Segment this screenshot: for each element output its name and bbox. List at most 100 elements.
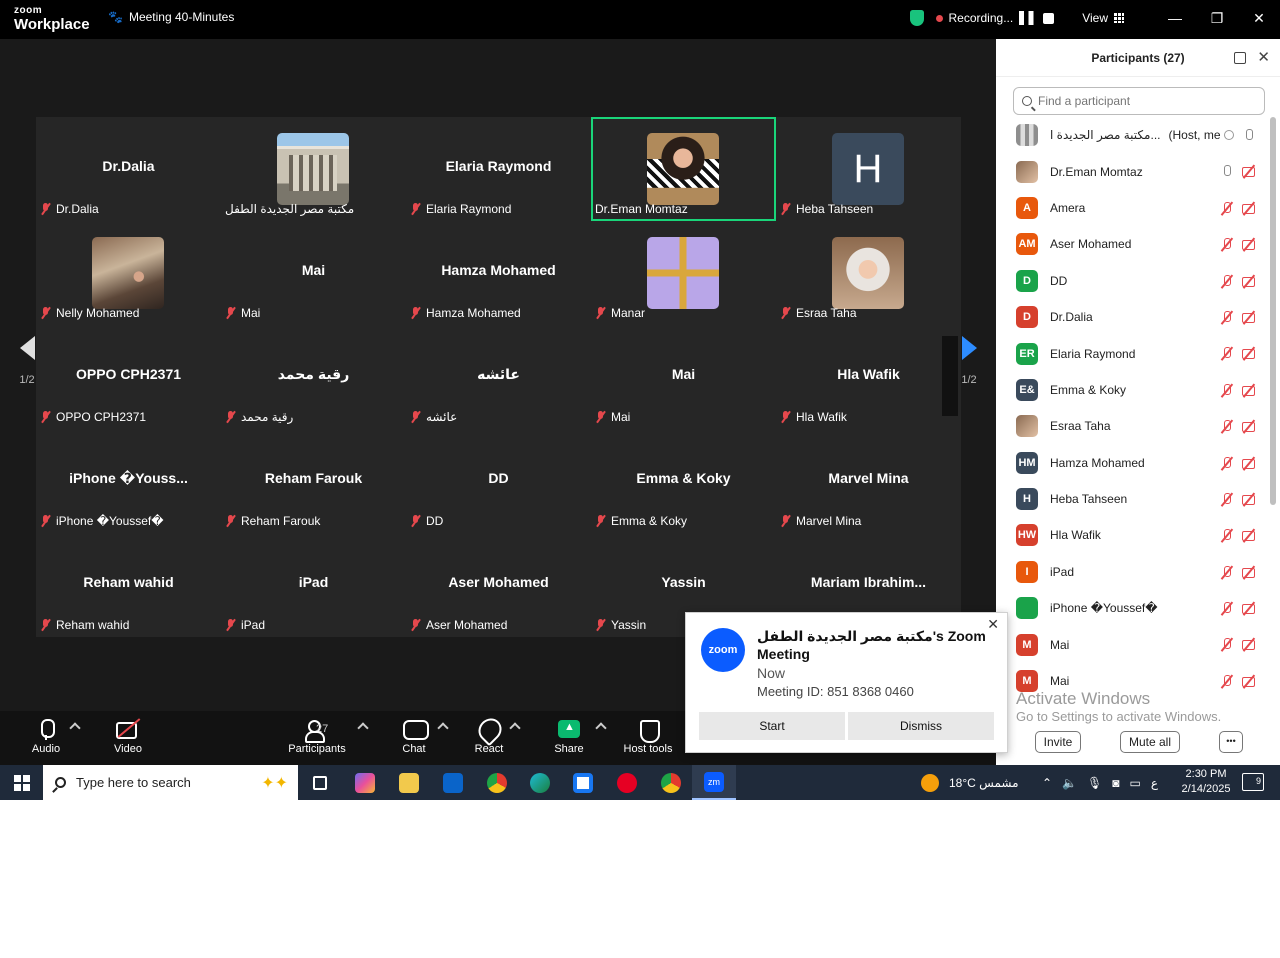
start-button[interactable]: Start (699, 712, 845, 740)
participant-row[interactable]: D Dr.Dalia (996, 299, 1266, 335)
video-tile[interactable]: Marvel Mina Marvel Mina (776, 429, 961, 533)
video-off-icon[interactable] (1242, 528, 1256, 542)
participant-row[interactable]: E& Emma & Koky (996, 372, 1266, 408)
participant-row[interactable]: AM Aser Mohamed (996, 226, 1266, 262)
react-options-caret-icon[interactable] (509, 722, 521, 734)
camera-tray-icon[interactable]: ◙ (1112, 776, 1119, 790)
copilot-app-icon[interactable] (343, 765, 387, 800)
encryption-shield-icon[interactable] (909, 10, 924, 26)
participant-row[interactable]: HW Hla Wafik (996, 517, 1266, 553)
next-page-button[interactable]: 1/2 (958, 336, 980, 386)
video-off-icon[interactable] (1242, 565, 1256, 579)
chat-button[interactable]: Chat (398, 717, 430, 755)
outlook-icon[interactable] (431, 765, 475, 800)
video-tile[interactable]: Dr.Dalia Dr.Dalia (36, 117, 221, 221)
mic-muted-icon[interactable] (1220, 310, 1234, 324)
file-explorer-icon[interactable] (387, 765, 431, 800)
edge-icon[interactable] (518, 765, 562, 800)
minimize-button[interactable]: — (1154, 10, 1196, 26)
participant-row[interactable]: D DD (996, 263, 1266, 299)
video-tile[interactable]: Manar (591, 221, 776, 325)
participants-options-caret-icon[interactable] (357, 722, 369, 734)
pinterest-icon[interactable] (605, 765, 649, 800)
mic-muted-icon[interactable] (1220, 274, 1234, 288)
grid-view-icon[interactable] (1114, 13, 1124, 23)
video-tile[interactable]: Mai Mai (221, 221, 406, 325)
weather-widget[interactable]: 18°C مشمس (921, 765, 1019, 800)
participant-list-scrollbar[interactable] (1270, 117, 1276, 505)
participant-row[interactable]: Esraa Taha (996, 408, 1266, 444)
mic-muted-icon[interactable] (1220, 674, 1234, 688)
mic-on-icon[interactable] (1242, 128, 1256, 142)
mic-muted-icon[interactable] (1220, 601, 1234, 615)
video-off-icon[interactable] (1242, 346, 1256, 360)
zoom-taskbar-icon[interactable]: zm (692, 765, 736, 800)
video-off-icon[interactable] (1242, 274, 1256, 288)
video-tile[interactable]: Mai Mai (591, 325, 776, 429)
mic-muted-icon[interactable] (1220, 637, 1234, 651)
video-tile[interactable]: Nelly Mohamed (36, 221, 221, 325)
video-tile[interactable]: iPad iPad (221, 533, 406, 637)
video-tile[interactable]: iPhone �Youss... iPhone �Youssef� (36, 429, 221, 533)
pop-out-icon[interactable] (1234, 52, 1246, 64)
view-button[interactable]: View (1082, 11, 1108, 25)
mic-muted-icon[interactable] (1220, 492, 1234, 506)
video-off-icon[interactable] (1242, 456, 1256, 470)
video-tile[interactable]: H Heba Tahseen (776, 117, 961, 221)
video-tile[interactable]: OPPO CPH2371 OPPO CPH2371 (36, 325, 221, 429)
tray-chevron-icon[interactable]: ⌃ (1042, 776, 1052, 790)
dismiss-button[interactable]: Dismiss (848, 712, 994, 740)
meeting-info[interactable]: 🐾 Meeting 40-Minutes (108, 10, 234, 24)
input-language[interactable]: ع (1151, 776, 1158, 790)
chrome-window-icon[interactable] (649, 765, 693, 800)
close-button[interactable]: ✕ (1238, 10, 1280, 27)
microsoft-store-icon[interactable] (561, 765, 605, 800)
mic-muted-icon[interactable] (1220, 419, 1234, 433)
windows-start-icon[interactable] (14, 775, 30, 791)
pause-recording-icon[interactable] (1019, 11, 1036, 25)
recording-label[interactable]: Recording... (949, 11, 1014, 25)
audio-button[interactable]: Audio (28, 717, 64, 755)
previous-page-button[interactable]: 1/2 (16, 336, 38, 386)
mic-on-icon[interactable] (1220, 164, 1234, 178)
taskbar-clock[interactable]: 2:30 PM 2/14/2025 (1178, 767, 1234, 797)
task-view-icon[interactable] (298, 765, 342, 800)
taskbar-search[interactable]: Type here to search ✦✦ (43, 765, 298, 800)
video-tile[interactable]: عائشه عائشه (406, 325, 591, 429)
participant-row[interactable]: HM Hamza Mohamed (996, 445, 1266, 481)
video-off-icon[interactable] (1242, 201, 1256, 215)
participant-row[interactable]: M Mai (996, 626, 1266, 662)
share-options-caret-icon[interactable] (595, 722, 607, 734)
video-tile[interactable]: Dr.Eman Momtaz (591, 117, 776, 221)
participant-row[interactable]: Dr.Eman Momtaz (996, 153, 1266, 189)
participant-row[interactable]: A Amera (996, 190, 1266, 226)
mic-muted-icon[interactable] (1220, 237, 1234, 251)
participant-search[interactable] (1013, 87, 1265, 115)
notification-close-icon[interactable]: ✕ (987, 616, 999, 633)
microphone-tray-icon[interactable]: 🎙 (1087, 776, 1102, 790)
video-tile[interactable]: DD DD (406, 429, 591, 533)
video-tile[interactable]: Aser Mohamed Aser Mohamed (406, 533, 591, 637)
video-tile[interactable]: Elaria Raymond Elaria Raymond (406, 117, 591, 221)
share-button[interactable]: Share (552, 717, 586, 755)
video-off-icon[interactable] (1242, 674, 1256, 688)
mic-muted-icon[interactable] (1220, 456, 1234, 470)
video-off-icon[interactable] (1242, 637, 1256, 651)
video-off-icon[interactable] (1242, 383, 1256, 397)
invite-button[interactable]: Invite (1035, 731, 1081, 753)
notification-center-icon[interactable]: 9 (1242, 773, 1264, 791)
mic-muted-icon[interactable] (1220, 528, 1234, 542)
video-off-icon[interactable] (1242, 601, 1256, 615)
video-off-icon[interactable] (1242, 419, 1256, 433)
video-tile[interactable]: Reham wahid Reham wahid (36, 533, 221, 637)
participant-search-input[interactable] (1038, 94, 1248, 108)
video-tile[interactable]: مكتبة مصر الجديدة الطفل (221, 117, 406, 221)
more-options-button[interactable]: ••• (1219, 731, 1243, 753)
maximize-button[interactable]: ❐ (1196, 10, 1238, 27)
mic-muted-icon[interactable] (1220, 346, 1234, 360)
react-button[interactable]: React (472, 717, 506, 755)
video-off-icon[interactable] (1242, 237, 1256, 251)
participant-row[interactable]: iPhone �Youssef� (996, 590, 1266, 626)
video-button[interactable]: Video (110, 717, 146, 755)
video-tile[interactable]: Hamza Mohamed Hamza Mohamed (406, 221, 591, 325)
